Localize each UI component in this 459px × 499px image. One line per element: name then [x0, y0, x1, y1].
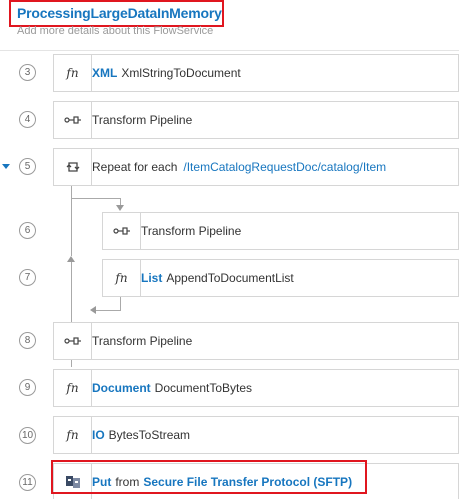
loop-connector-top-horizontal [71, 198, 120, 199]
function-icon: fn [54, 370, 92, 406]
sftp-account-link[interactable]: Secure File Transfer Protocol (SFTP) [143, 475, 352, 489]
transform-icon [54, 102, 92, 138]
step-label: DocumentToBytes [154, 381, 253, 395]
step-service-category: Document [92, 381, 151, 395]
repeat-path-link[interactable]: /ItemCatalogRequestDoc/catalog/Item [183, 160, 386, 174]
step-label: Transform Pipeline [92, 334, 193, 348]
step-number: 4 [19, 111, 36, 128]
loop-return-from-inner [120, 296, 121, 310]
step-card-sftp[interactable]: Put from Secure File Transfer Protocol (SF… [53, 463, 459, 499]
step-service-category: Put [92, 475, 112, 489]
step-label: AppendToDocumentList [166, 271, 294, 285]
step-card-repeat[interactable]: Repeat for each/ItemCatalogRequestDoc/ca… [53, 148, 459, 186]
step-label: XmlStringToDocument [121, 66, 241, 80]
step-card-xml[interactable]: fn XML XmlStringToDocument [53, 54, 459, 92]
step-label: Transform Pipeline [141, 224, 242, 238]
loop-return-horizontal [96, 310, 121, 311]
arrow-down-icon [116, 205, 124, 211]
page-subtitle[interactable]: Add more details about this FlowService [17, 25, 213, 37]
arrow-left-icon [90, 306, 96, 314]
loop-return-vertical [71, 262, 72, 322]
step-card-transform[interactable]: Transform Pipeline [53, 101, 459, 139]
step-card-list[interactable]: fn List AppendToDocumentList [102, 259, 459, 297]
step-number: 7 [19, 269, 36, 286]
step-service-category: XML [92, 66, 118, 80]
repeat-icon [54, 149, 92, 185]
step-card-transform-nested[interactable]: Transform Pipeline [102, 212, 459, 250]
step-number: 8 [19, 332, 36, 349]
step-number: 5 [19, 158, 36, 175]
sftp-connector-icon [54, 464, 92, 499]
step-number: 3 [19, 64, 36, 81]
header-divider [0, 50, 459, 51]
step-label: Transform Pipeline [92, 113, 193, 127]
flowservice-header: ProcessingLargeDataInMemory Add more det… [0, 0, 459, 52]
step-label: BytesToStream [108, 428, 191, 442]
page-title[interactable]: ProcessingLargeDataInMemory [17, 5, 222, 21]
step-number: 10 [19, 427, 36, 444]
step-card-document[interactable]: fn Document DocumentToBytes [53, 369, 459, 407]
step-label: from [115, 475, 140, 489]
step-card-transform[interactable]: Transform Pipeline [53, 322, 459, 360]
step-number: 11 [19, 474, 36, 491]
function-icon: fn [54, 55, 92, 91]
loop-return-up [71, 198, 72, 256]
transform-icon [103, 213, 141, 249]
connector-8-9 [71, 360, 72, 367]
collapse-chevron-icon[interactable] [2, 164, 10, 169]
step-card-io[interactable]: fn IO BytesToStream [53, 416, 459, 454]
arrow-up-icon [67, 256, 75, 262]
step-number: 6 [19, 222, 36, 239]
step-number: 9 [19, 379, 36, 396]
transform-icon [54, 323, 92, 359]
step-service-category: List [141, 271, 163, 285]
step-service-category: IO [92, 428, 105, 442]
step-label: Repeat for each [92, 160, 178, 174]
function-icon: fn [103, 260, 141, 296]
function-icon: fn [54, 417, 92, 453]
